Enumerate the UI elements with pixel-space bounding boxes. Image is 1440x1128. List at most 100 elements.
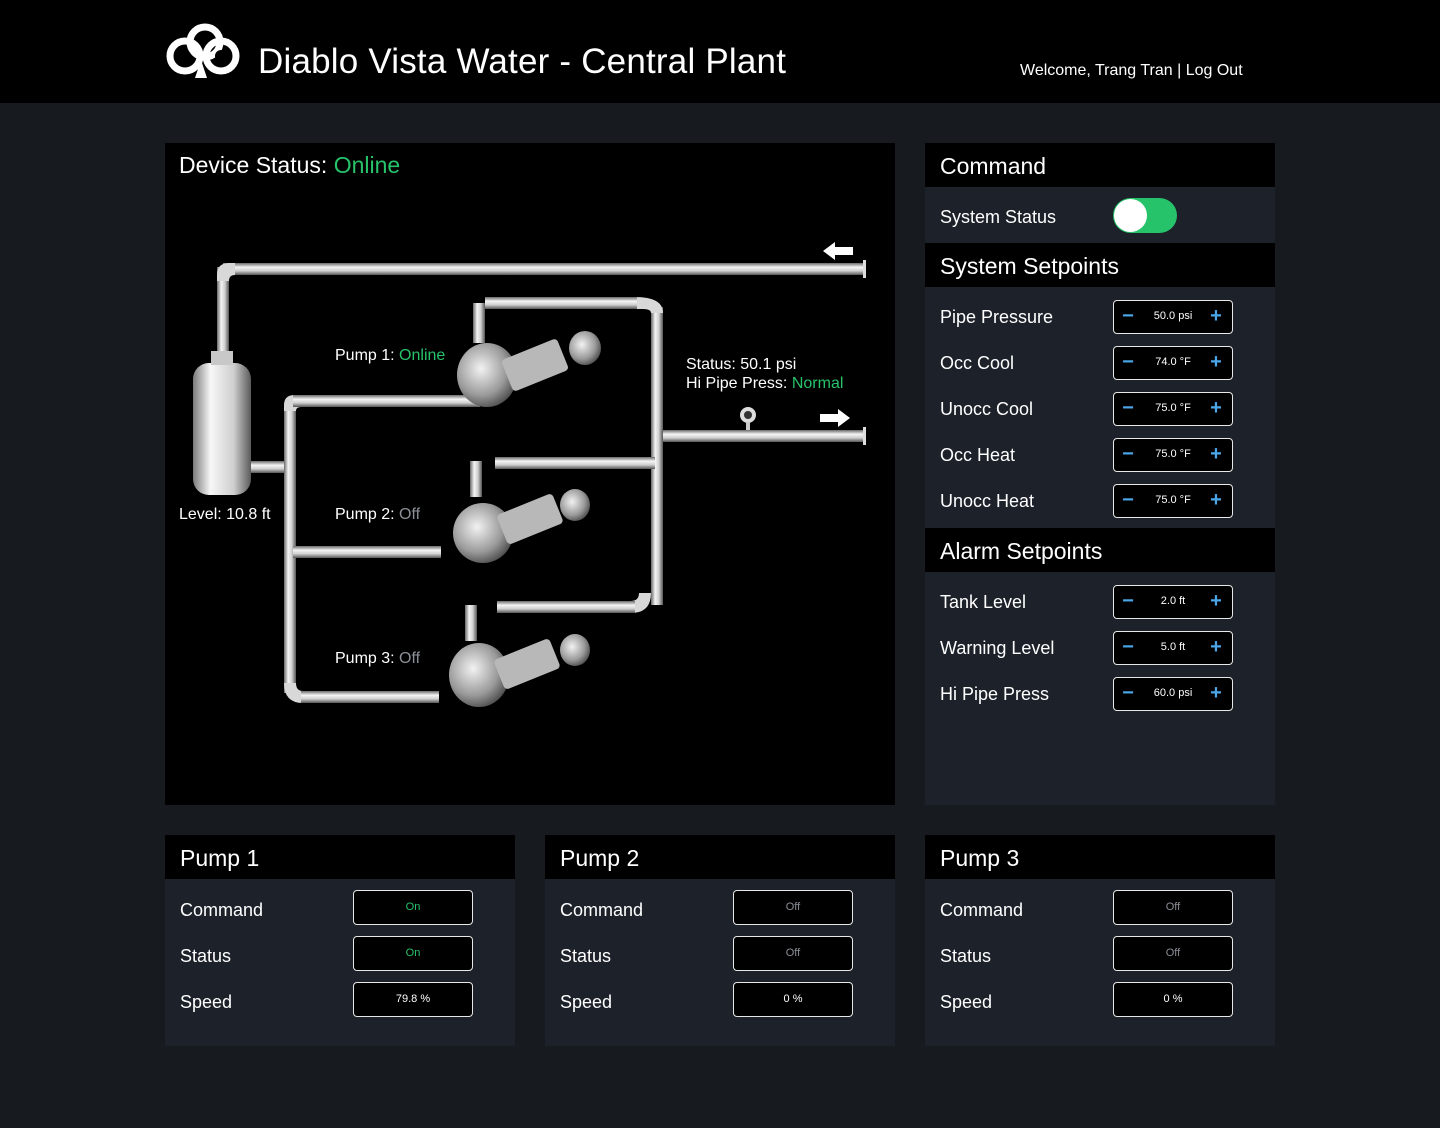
pump-3-card: Pump 3 Command Off Status Off Speed 0 % bbox=[925, 835, 1275, 1046]
increment-button[interactable]: + bbox=[1205, 305, 1227, 329]
setpoint-label: Pipe Pressure bbox=[940, 307, 1054, 327]
system-setpoints-header: System Setpoints bbox=[925, 243, 1275, 287]
command-header: Command bbox=[925, 143, 1275, 187]
pipe-pressure-status: Status: 50.1 psi bbox=[686, 356, 797, 373]
pump-2-label-text: Pump 2: bbox=[335, 506, 395, 523]
pump-speed-row: Speed 0 % bbox=[925, 982, 1275, 1028]
setpoint-label: Occ Heat bbox=[940, 445, 1016, 465]
pump-2-status-value: Off bbox=[733, 936, 853, 971]
stepper-value[interactable]: 50.0 psi bbox=[1140, 310, 1206, 322]
pump-1-speed-value: 79.8 % bbox=[353, 982, 473, 1017]
pipe-pressure-stepper: − 50.0 psi + bbox=[1113, 300, 1233, 334]
alarm-label: Tank Level bbox=[940, 592, 1027, 612]
decrement-button[interactable]: − bbox=[1117, 351, 1139, 375]
alarm-setpoints-header: Alarm Setpoints bbox=[925, 528, 1275, 572]
setpoint-row-unocc-heat: Unocc Heat − 75.0 °F + bbox=[925, 483, 1275, 523]
command-label: Command bbox=[940, 900, 1024, 920]
welcome-text: Welcome, Trang Tran bbox=[1020, 62, 1173, 79]
decrement-button[interactable]: − bbox=[1117, 397, 1139, 421]
increment-button[interactable]: + bbox=[1205, 443, 1227, 467]
control-panel: Command System Status System Setpoints P… bbox=[925, 143, 1275, 805]
pump-3-command-button[interactable]: Off bbox=[1113, 890, 1233, 925]
pump-command-row: Command On bbox=[165, 890, 515, 936]
pump-2-command-button[interactable]: Off bbox=[733, 890, 853, 925]
company-logo-icon bbox=[166, 23, 240, 78]
alarm-row-hi-pipe-press: Hi Pipe Press − 60.0 psi + bbox=[925, 676, 1275, 722]
command-label: Command bbox=[180, 900, 264, 920]
increment-button[interactable]: + bbox=[1205, 590, 1227, 614]
pump-status-row: Status Off bbox=[925, 936, 1275, 982]
pump-2-card: Pump 2 Command Off Status Off Speed 0 % bbox=[545, 835, 895, 1046]
setpoint-row-occ-cool: Occ Cool − 74.0 °F + bbox=[925, 345, 1275, 391]
pump-speed-row: Speed 0 % bbox=[545, 982, 895, 1028]
system-status-toggle[interactable] bbox=[1113, 198, 1177, 233]
speed-label: Speed bbox=[180, 992, 233, 1012]
pump-3-status-value: Off bbox=[1113, 936, 1233, 971]
decrement-button[interactable]: − bbox=[1117, 636, 1139, 660]
stepper-value[interactable]: 75.0 °F bbox=[1140, 402, 1206, 414]
app-title: Diablo Vista Water - Central Plant bbox=[258, 42, 787, 81]
plant-schematic bbox=[193, 242, 866, 707]
user-bar: Welcome, Trang Tran | Log Out bbox=[1020, 62, 1243, 80]
pump-2-speed-value: 0 % bbox=[733, 982, 853, 1017]
pressure-gauge-icon bbox=[740, 407, 756, 430]
pump-1-command-button[interactable]: On bbox=[353, 890, 473, 925]
pump-2-graphic bbox=[453, 461, 590, 563]
tank-level-stepper: − 2.0 ft + bbox=[1113, 585, 1233, 619]
stepper-value[interactable]: 5.0 ft bbox=[1140, 641, 1206, 653]
increment-button[interactable]: + bbox=[1205, 682, 1227, 706]
increment-button[interactable]: + bbox=[1205, 636, 1227, 660]
stepper-value[interactable]: 60.0 psi bbox=[1140, 687, 1206, 699]
increment-button[interactable]: + bbox=[1205, 351, 1227, 375]
setpoint-label: Unocc Heat bbox=[940, 491, 1035, 511]
pump-3-label: Pump 3: Off bbox=[335, 650, 420, 668]
pump-command-row: Command Off bbox=[545, 890, 895, 936]
pump-status-row: Status Off bbox=[545, 936, 895, 982]
setpoint-row-pipe-pressure: Pipe Pressure − 50.0 psi + bbox=[925, 299, 1275, 345]
decrement-button[interactable]: − bbox=[1117, 443, 1139, 467]
pump-command-row: Command Off bbox=[925, 890, 1275, 936]
pump-status-row: Status On bbox=[165, 936, 515, 982]
pump-1-label-text: Pump 1: bbox=[335, 347, 395, 364]
increment-button[interactable]: + bbox=[1205, 397, 1227, 421]
system-setpoints-list: Pipe Pressure − 50.0 psi + Occ Cool − 74… bbox=[925, 287, 1275, 523]
command-label: Command bbox=[560, 900, 644, 920]
pump-2-label: Pump 2: Off bbox=[335, 506, 420, 524]
system-status-label: System Status bbox=[940, 207, 1057, 227]
speed-label: Speed bbox=[940, 992, 993, 1012]
decrement-button[interactable]: − bbox=[1117, 682, 1139, 706]
pump-card-title: Pump 1 bbox=[165, 835, 515, 879]
device-status: Device Status: Online bbox=[179, 152, 400, 179]
increment-button[interactable]: + bbox=[1205, 489, 1227, 513]
pump-1-card: Pump 1 Command On Status On Speed 79.8 % bbox=[165, 835, 515, 1046]
decrement-button[interactable]: − bbox=[1117, 590, 1139, 614]
user-bar-separator: | bbox=[1177, 62, 1182, 79]
app-header: Diablo Vista Water - Central Plant Welco… bbox=[0, 0, 1440, 103]
alarm-row-warning-level: Warning Level − 5.0 ft + bbox=[925, 630, 1275, 676]
return-flow-arrow-icon bbox=[823, 242, 853, 260]
stepper-value[interactable]: 75.0 °F bbox=[1140, 494, 1206, 506]
stepper-value[interactable]: 74.0 °F bbox=[1140, 356, 1206, 368]
occ-cool-stepper: − 74.0 °F + bbox=[1113, 346, 1233, 380]
pump-1-status-value: On bbox=[353, 936, 473, 971]
setpoint-label: Unocc Cool bbox=[940, 399, 1034, 419]
hi-pipe-press-status: Hi Pipe Press: Normal bbox=[686, 375, 843, 393]
stepper-value[interactable]: 2.0 ft bbox=[1140, 595, 1206, 607]
status-label: Status bbox=[560, 946, 612, 966]
decrement-button[interactable]: − bbox=[1117, 305, 1139, 329]
alarm-label: Warning Level bbox=[940, 638, 1055, 658]
hi-pipe-press-label: Hi Pipe Press: bbox=[686, 375, 788, 392]
stepper-value[interactable]: 75.0 °F bbox=[1140, 448, 1206, 460]
alarm-row-tank-level: Tank Level − 2.0 ft + bbox=[925, 584, 1275, 630]
logout-link[interactable]: Log Out bbox=[1186, 62, 1243, 79]
unocc-heat-stepper: − 75.0 °F + bbox=[1113, 484, 1233, 518]
unocc-cool-stepper: − 75.0 °F + bbox=[1113, 392, 1233, 426]
status-label: Status bbox=[180, 946, 232, 966]
pump-2-state: Off bbox=[399, 506, 421, 523]
occ-heat-stepper: − 75.0 °F + bbox=[1113, 438, 1233, 472]
decrement-button[interactable]: − bbox=[1117, 489, 1139, 513]
pump-1-label: Pump 1: Online bbox=[335, 347, 445, 365]
setpoint-row-occ-heat: Occ Heat − 75.0 °F + bbox=[925, 437, 1275, 483]
warning-level-stepper: − 5.0 ft + bbox=[1113, 631, 1233, 665]
plant-diagram-panel: Device Status: Online Pump 1: Online Pum… bbox=[165, 143, 895, 805]
